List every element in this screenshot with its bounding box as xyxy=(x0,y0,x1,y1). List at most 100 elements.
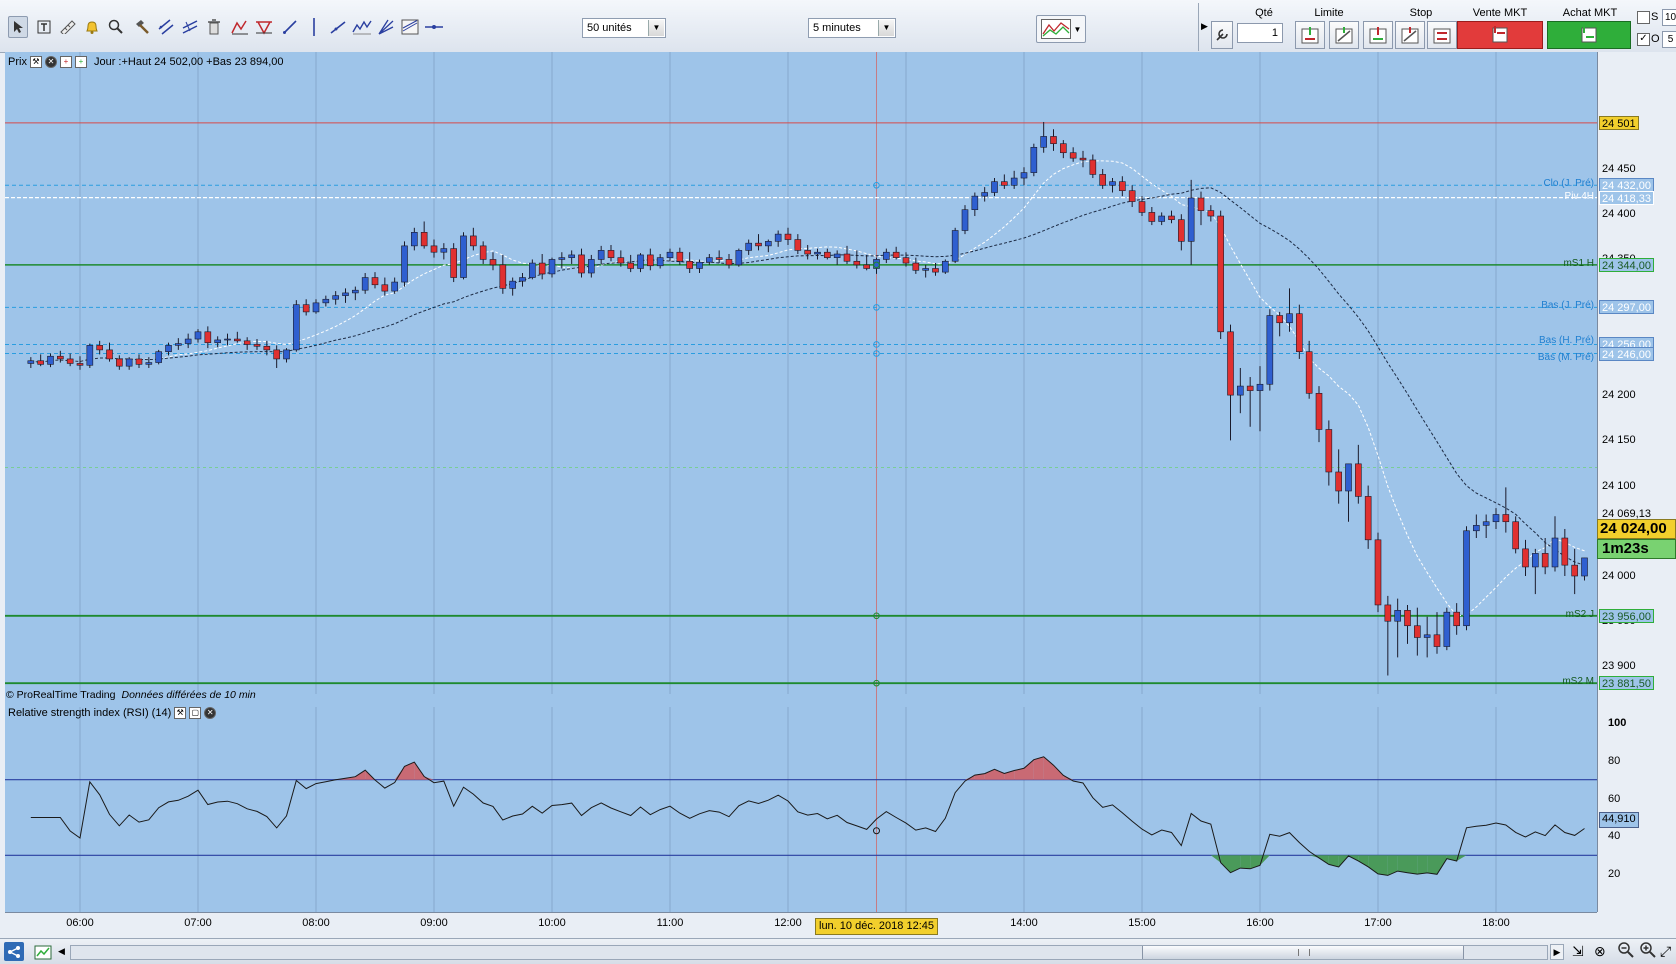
time-tick-label: 17:00 xyxy=(1364,917,1392,929)
level-name-label: Bas (M. Pré) xyxy=(1537,351,1594,363)
candle-body xyxy=(1394,610,1401,622)
close-icon[interactable]: ✕ xyxy=(44,56,57,68)
candle-body xyxy=(607,250,615,258)
candle-body xyxy=(86,345,94,366)
candle-body xyxy=(617,257,625,264)
rsi-tick-label: 20 xyxy=(1608,868,1621,881)
candle-body xyxy=(293,304,300,351)
candle-body xyxy=(637,254,644,269)
chart-mode-icon[interactable] xyxy=(32,942,54,961)
candle-body xyxy=(1010,177,1018,186)
share-icon[interactable] xyxy=(4,942,24,961)
candle-body xyxy=(666,251,674,258)
candle-body xyxy=(1079,157,1087,161)
add-indicator-icon[interactable]: + xyxy=(74,56,87,68)
footer-brand: © ProRealTime Trading xyxy=(6,689,116,701)
candle-body xyxy=(647,254,654,267)
candle-body xyxy=(1069,152,1077,159)
rsi-oversold-fill xyxy=(1358,855,1369,867)
candle-body xyxy=(1227,331,1234,396)
candle-body xyxy=(1492,514,1500,523)
rsi-oversold-fill xyxy=(1397,855,1408,873)
close-icon[interactable]: ✕ xyxy=(204,707,217,719)
scrollbar-thumb[interactable] xyxy=(1142,946,1464,959)
moving-average-fast xyxy=(30,160,1585,617)
candle-body xyxy=(745,242,752,251)
rsi-panel-title: Relative strength index (RSI) (14) xyxy=(8,707,172,719)
scroll-right-icon[interactable]: ▶ xyxy=(1550,944,1564,960)
price-tick-label: 24 450 xyxy=(1602,163,1636,175)
candle-body xyxy=(302,304,310,313)
candle-body xyxy=(1030,146,1038,173)
wrench-icon[interactable]: ⚒ xyxy=(29,56,42,68)
candle-body xyxy=(499,264,507,289)
candle-body xyxy=(686,260,693,269)
zoom-in-icon[interactable] xyxy=(1640,942,1656,961)
candle-body xyxy=(1148,212,1156,222)
rsi-tick-label: 40 xyxy=(1608,830,1621,843)
fit-chart-icon[interactable]: ⇲ xyxy=(1572,943,1584,960)
time-tick-label: 18:00 xyxy=(1482,917,1510,929)
candle-body xyxy=(342,292,349,296)
rsi-tick-label: 100 xyxy=(1608,717,1627,729)
candle-body xyxy=(352,289,359,294)
candle-body xyxy=(391,281,398,292)
candle-body xyxy=(253,344,261,347)
price-panel-header: Prix ⚒ ✕ + + Jour :+Haut 24 502,00 +Bas … xyxy=(8,56,284,68)
candle-body xyxy=(1305,351,1313,394)
level-name-label: Bas (H. Pré) xyxy=(1538,335,1594,347)
candle-body xyxy=(735,250,743,266)
candle-body xyxy=(381,284,389,292)
crosshair-icon[interactable]: ⊗ xyxy=(1594,943,1606,960)
candle-body xyxy=(27,360,35,364)
bar-countdown: 1m23s xyxy=(1597,539,1676,559)
candle-body xyxy=(1384,604,1392,622)
candle-body xyxy=(1443,611,1451,647)
candle-body xyxy=(470,235,477,247)
candle-body xyxy=(1020,172,1028,179)
price-tick-label: 23 900 xyxy=(1602,660,1636,673)
candle-body xyxy=(135,358,143,365)
candle-body xyxy=(1325,429,1333,473)
candle-body xyxy=(460,235,467,278)
maximize-icon[interactable]: ▢ xyxy=(189,707,202,719)
candle-body xyxy=(1178,219,1185,242)
rsi-tick-label: 60 xyxy=(1608,792,1621,805)
add-order-icon[interactable]: + xyxy=(59,56,72,68)
rsi-overbought-fill xyxy=(994,769,1005,780)
level-name-label: Bas (J. Pré) xyxy=(1541,300,1594,312)
candle-body xyxy=(145,362,153,365)
zoom-out-icon[interactable] xyxy=(1618,942,1634,961)
footer-note: Données différées de 10 min xyxy=(121,689,256,701)
wrench-icon[interactable]: ⚒ xyxy=(174,707,187,719)
level-price-tag: 24 418,33 xyxy=(1599,190,1654,205)
candle-body xyxy=(47,355,54,365)
candle-body xyxy=(361,277,369,291)
candle-body xyxy=(1315,393,1323,430)
price-panel-info: Jour :+Haut 24 502,00 +Bas 23 894,00 xyxy=(93,56,284,68)
candle-body xyxy=(1364,496,1372,541)
candle-body xyxy=(273,349,280,360)
candle-body xyxy=(175,343,182,346)
price-tick-label: 24 400 xyxy=(1602,208,1636,221)
candle-body xyxy=(194,331,202,340)
candle-body xyxy=(696,261,703,269)
candle-body xyxy=(922,268,929,271)
rsi-oversold-fill xyxy=(1417,855,1428,875)
scroll-left-icon[interactable]: ◀ xyxy=(58,946,65,957)
price-tick-label: 24 000 xyxy=(1602,570,1636,582)
candle-body xyxy=(1414,625,1421,638)
horizontal-scrollbar[interactable] xyxy=(70,945,1548,960)
candle-body xyxy=(804,250,811,255)
candle-body xyxy=(548,259,556,275)
candle-body xyxy=(814,251,821,255)
candle-body xyxy=(1001,181,1008,186)
candle-body xyxy=(1040,136,1047,148)
candle-body xyxy=(1551,537,1559,568)
level-price-tag: 24 344,00 xyxy=(1599,257,1654,272)
candle-body xyxy=(106,349,113,360)
candle-body xyxy=(1522,548,1529,568)
time-tick-label: 06:00 xyxy=(66,917,94,929)
expand-icon[interactable]: ⤢ xyxy=(1660,943,1671,960)
candle-body xyxy=(942,260,949,273)
